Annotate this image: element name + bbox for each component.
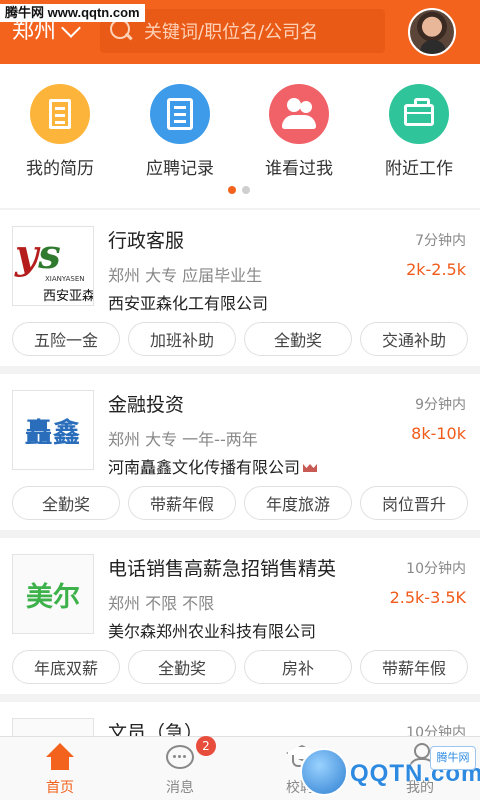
job-salary: 2.5k-3.5K: [389, 588, 466, 607]
home-icon: [46, 743, 74, 771]
vip-crown-icon: [303, 460, 317, 472]
benefit-tag: 岗位晋升: [360, 486, 468, 520]
job-title: 行政客服: [108, 230, 185, 252]
benefit-tag: 交通补助: [360, 322, 468, 356]
job-card[interactable]: 矗鑫 金融投资 9分钟内 郑州 大专 一年--两年 8k-10k 河南矗鑫文化传…: [0, 374, 480, 530]
benefit-tag: 带薪年假: [128, 486, 236, 520]
benefit-tag: 带薪年假: [360, 650, 468, 684]
logo-text: 美尔: [13, 555, 93, 633]
benefit-tags: 年底双薪 全勤奖 房补 带薪年假: [12, 650, 468, 684]
page-dot: [242, 186, 250, 194]
company-name: 西安亚森化工有限公司: [108, 290, 268, 314]
company-logo: 美尔: [12, 554, 94, 634]
company-logo: 矗鑫: [12, 390, 94, 470]
quick-item-label: 谁看过我: [265, 159, 333, 179]
benefit-tag: 年度旅游: [244, 486, 352, 520]
job-title: 电话销售高薪急招销售精英: [108, 558, 337, 580]
quick-item-resume[interactable]: 我的简历: [5, 84, 115, 179]
job-meta: 郑州 不限 不限: [108, 594, 215, 613]
logo-mark: ys: [15, 231, 61, 278]
search-icon: [110, 19, 134, 43]
job-salary: 8k-10k: [411, 424, 466, 443]
benefit-tag: 五险一金: [12, 322, 120, 356]
quick-item-label: 应聘记录: [146, 159, 214, 179]
benefit-tag: 全勤奖: [244, 322, 352, 356]
logo-text: 矗鑫: [25, 417, 81, 449]
company-name-text: 美尔森郑州农业科技有限公司: [108, 622, 317, 641]
company-name: 美尔森郑州农业科技有限公司: [108, 618, 316, 642]
benefit-tag: 全勤奖: [12, 486, 120, 520]
job-title: 金融投资: [108, 394, 185, 416]
city-selector[interactable]: 郑州: [12, 18, 81, 46]
job-title: 文员（急）: [108, 722, 204, 736]
nav-label: 消息: [166, 780, 194, 796]
logo-name: 西安亚森: [43, 289, 94, 304]
watermark-globe-icon: [300, 748, 348, 796]
benefit-tag: 年底双薪: [12, 650, 120, 684]
avatar[interactable]: [408, 8, 456, 56]
benefit-tag: 加班补助: [128, 322, 236, 356]
unread-badge: 2: [196, 736, 216, 756]
benefit-tags: 全勤奖 带薪年假 年度旅游 岗位晋升: [12, 486, 468, 520]
company-logo: [12, 718, 94, 736]
list-icon: [150, 84, 210, 144]
nav-messages[interactable]: 消息: [120, 737, 240, 800]
job-time: 7分钟内: [415, 233, 466, 249]
city-label: 郑州: [12, 19, 57, 44]
watermark: 腾牛网 www.qqtn.com: [0, 4, 145, 22]
users-icon: [269, 84, 329, 144]
quick-item-label: 附近工作: [385, 159, 453, 179]
search-placeholder: 关键词/职位名/公司名: [144, 22, 319, 43]
nav-label: 首页: [46, 780, 74, 796]
quick-item-label: 我的简历: [26, 159, 94, 179]
page-indicator: [228, 186, 250, 194]
company-logo: ys XIANYASEN 西安亚森: [12, 226, 94, 306]
job-salary: 2k-2.5k: [406, 260, 466, 279]
job-meta: 郑州 大专 一年--两年: [108, 430, 258, 449]
company-name-text: 河南矗鑫文化传播有限公司: [108, 458, 301, 477]
benefit-tag: 房补: [244, 650, 352, 684]
job-card[interactable]: 文员（急） 10分钟内: [0, 702, 480, 736]
job-card[interactable]: 美尔 电话销售高薪急招销售精英 10分钟内 郑州 不限 不限 2.5k-3.5K…: [0, 538, 480, 694]
briefcase-icon: [389, 84, 449, 144]
quick-item-applications[interactable]: 应聘记录: [125, 84, 235, 179]
job-time: 10分钟内: [406, 561, 466, 577]
job-meta: 郑州 大专 应届毕业生: [108, 266, 263, 285]
page-dot-active: [228, 186, 236, 194]
message-icon: [166, 745, 194, 769]
company-name: 河南矗鑫文化传播有限公司: [108, 454, 317, 478]
job-time: 10分钟内: [406, 725, 466, 736]
company-name-text: 西安亚森化工有限公司: [108, 294, 269, 313]
job-card[interactable]: ys XIANYASEN 西安亚森 行政客服 7分钟内 郑州 大专 应届毕业生 …: [0, 210, 480, 366]
benefit-tag: 全勤奖: [128, 650, 236, 684]
quick-item-nearby[interactable]: 附近工作: [364, 84, 474, 179]
job-time: 9分钟内: [415, 397, 466, 413]
benefit-tags: 五险一金 加班补助 全勤奖 交通补助: [12, 322, 468, 356]
nav-home[interactable]: 首页: [0, 737, 120, 800]
quick-item-viewers[interactable]: 谁看过我: [244, 84, 354, 179]
quick-menu: 我的简历 应聘记录 谁看过我 附近工作: [0, 64, 480, 208]
watermark-badge: 腾牛网: [430, 746, 476, 770]
top-bar: 腾牛网 www.qqtn.com 郑州 关键词/职位名/公司名: [0, 0, 480, 64]
watermark-logo: QQTN.com 腾牛网: [300, 746, 480, 800]
logo-caption: XIANYASEN: [45, 275, 85, 283]
resume-icon: [30, 84, 90, 144]
